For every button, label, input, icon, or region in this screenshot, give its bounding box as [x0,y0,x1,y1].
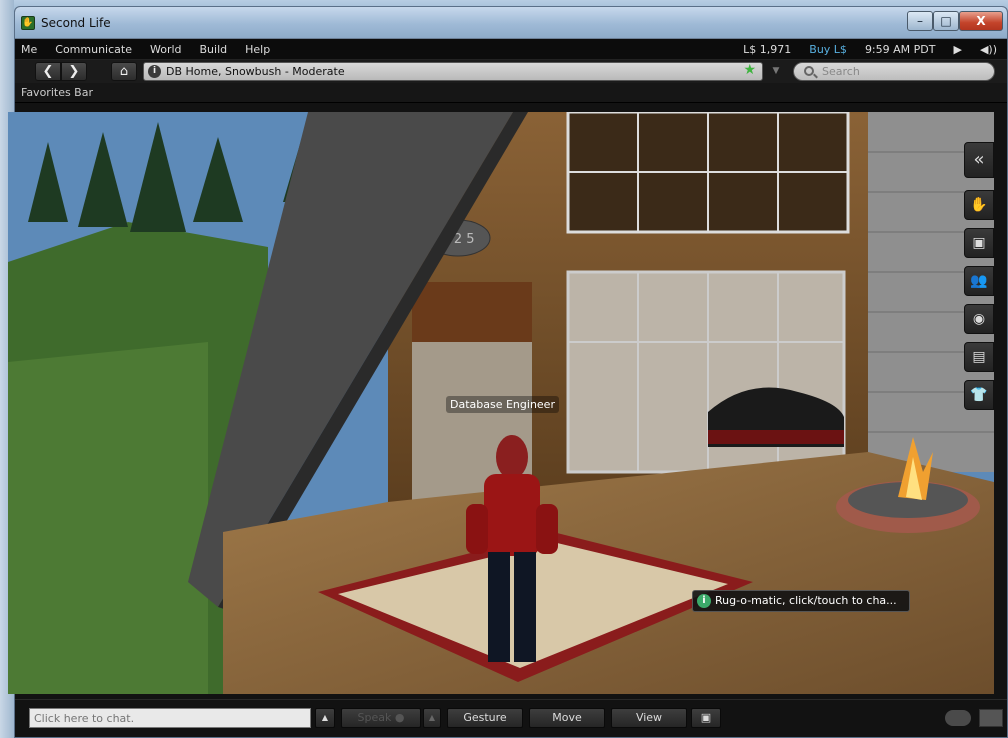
notifications-icon[interactable] [979,709,1003,727]
appearance-icon[interactable]: 👕 [964,380,994,410]
speak-button[interactable]: Speak ● [341,708,421,728]
location-text: DB Home, Snowbush - Moderate [166,65,345,78]
object-hover-tooltip[interactable]: i Rug-o-matic, click/touch to cha... [692,590,910,612]
avatar-nameplate: Database Engineer [446,396,559,413]
balance-display[interactable]: L$ 1,971 [743,43,791,56]
world-view[interactable]: 1 2 5 Database Engineer i Rug-o-matic, c… [8,112,994,694]
gesture-button[interactable]: Gesture [447,708,523,728]
inventory-icon[interactable]: ▤ [964,342,994,372]
info-icon[interactable]: i [697,594,711,608]
view-button[interactable]: View [611,708,687,728]
hand-icon[interactable]: ✋ [964,190,994,220]
chevron-down-icon[interactable]: ▼ [767,62,785,81]
navigation-bar: ❮ ❯ ⌂ i DB Home, Snowbush - Moderate ★ ▼… [15,59,1007,83]
status-area: L$ 1,971 Buy L$ 9:59 AM PDT ▶ ◀)) [743,39,997,59]
maximize-button[interactable]: □ [933,11,959,31]
camera-icon[interactable]: ▣ [691,708,721,728]
info-icon[interactable]: i [148,65,161,78]
home-button[interactable]: ⌂ [111,62,137,81]
menu-me[interactable]: Me [21,43,37,56]
sidebar-tabs: « ✋ ▣ 👥 ◉ ▤ 👕 [964,142,994,418]
search-placeholder: Search [822,65,860,78]
sidebar-collapse-button[interactable]: « [964,142,994,178]
forward-button[interactable]: ❯ [61,62,87,81]
second-life-app-icon: ✋ [21,16,35,30]
menu-bar: Me Communicate World Build Help L$ 1,971… [15,39,1007,59]
bottom-toolbar: ▲ Speak ● ▲ Gesture Move View ▣ [15,699,1007,737]
clock: 9:59 AM PDT [864,42,936,56]
back-button[interactable]: ❮ [35,62,61,81]
minimize-button[interactable]: – [907,11,933,31]
location-field[interactable]: i DB Home, Snowbush - Moderate ★ [143,62,763,81]
favorites-bar: Favorites Bar [15,83,1007,103]
star-favorite-icon[interactable]: ★ [743,62,756,79]
places-icon[interactable]: ◉ [964,304,994,334]
menu-communicate[interactable]: Communicate [55,43,132,56]
search-icon [804,66,814,76]
move-button[interactable]: Move [529,708,605,728]
profile-icon[interactable]: ▣ [964,228,994,258]
people-icon[interactable]: 👥 [964,266,994,296]
window-title: Second Life [41,16,111,30]
title-bar[interactable]: ✋ Second Life – □ X [15,7,1007,39]
buy-currency-link[interactable]: Buy L$ [809,43,847,56]
play-media-icon[interactable]: ▶ [953,43,961,56]
search-input[interactable]: Search [793,62,995,81]
menu-world[interactable]: World [150,43,182,56]
close-button[interactable]: X [959,11,1003,31]
menu-build[interactable]: Build [200,43,228,56]
tooltip-text: Rug-o-matic, click/touch to cha... [715,594,897,607]
menu-help[interactable]: Help [245,43,270,56]
chat-history-button[interactable]: ▲ [315,708,335,728]
speak-options-button[interactable]: ▲ [423,708,441,728]
chat-input[interactable] [29,708,311,728]
conversations-icon[interactable] [945,710,971,726]
volume-icon[interactable]: ◀)) [980,43,997,56]
